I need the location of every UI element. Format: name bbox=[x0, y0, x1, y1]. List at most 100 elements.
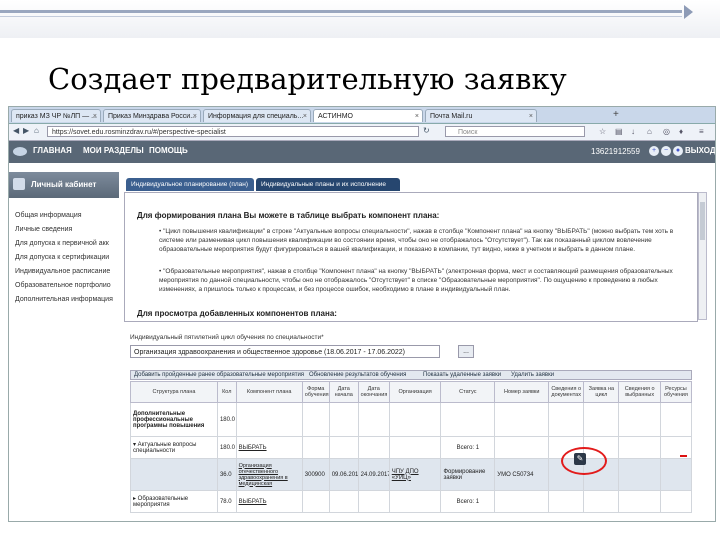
table-row-selected[interactable]: 36.0 Организация отечественного здравоох… bbox=[130, 458, 693, 491]
add-past-events-button[interactable]: Добавить пройденные ранее образовательны… bbox=[134, 372, 304, 378]
table-row[interactable]: ▸ Образовательные мероприятия 78.0 ВЫБРА… bbox=[130, 490, 693, 513]
cell bbox=[328, 436, 359, 459]
user-phone: 13621912559 bbox=[591, 147, 640, 156]
close-icon[interactable]: × bbox=[529, 110, 533, 122]
delete-requests-button[interactable]: Удалить заявки bbox=[511, 372, 554, 378]
cell bbox=[583, 490, 620, 513]
star-icon[interactable]: ☆ bbox=[599, 127, 606, 136]
home-icon[interactable]: ⌂ bbox=[34, 126, 39, 135]
col-documents[interactable]: Сведения о документах bbox=[548, 381, 585, 403]
share-icon[interactable]: ◎ bbox=[663, 127, 670, 136]
menu-item-main[interactable]: ГЛАВНАЯ bbox=[33, 146, 72, 155]
browser-tab-3[interactable]: Информация для специаль... × bbox=[203, 109, 311, 122]
sidebar-item-additional[interactable]: Дополнительная информация bbox=[15, 296, 113, 303]
exit-button[interactable]: ВЫХОД bbox=[685, 146, 715, 155]
col-status[interactable]: Статус bbox=[440, 381, 496, 403]
menu-icon[interactable]: ≡ bbox=[699, 127, 704, 136]
slide-header-arrow-icon bbox=[684, 5, 693, 19]
col-resources[interactable]: Ресурсы обучения bbox=[659, 381, 693, 403]
col-end[interactable]: Дата окончания bbox=[357, 381, 390, 403]
tab-label: Информация для специаль... bbox=[208, 113, 304, 120]
home-toolbar-icon[interactable]: ⌂ bbox=[647, 127, 652, 136]
main-content: Индивидуальное планирование (план) Индив… bbox=[124, 164, 707, 521]
menu-item-help[interactable]: ПОМОЩЬ bbox=[149, 146, 188, 155]
tab-label: Почта Mail.ru bbox=[430, 113, 473, 120]
slide-title: Создает предварительную заявку bbox=[48, 62, 567, 96]
download-icon[interactable]: ↓ bbox=[631, 127, 635, 136]
forward-icon[interactable]: ▶ bbox=[23, 126, 29, 135]
table-row[interactable]: ▾ Актуальные вопросы специальности 180.0… bbox=[130, 436, 693, 459]
tab-individual-plans[interactable]: Индивидуальные планы и их исполнение bbox=[256, 178, 400, 191]
tab-individual-planning[interactable]: Индивидуальное планирование (план) bbox=[126, 178, 254, 191]
browser-tab-5[interactable]: Почта Mail.ru × bbox=[425, 109, 537, 122]
col-org[interactable]: Организация bbox=[388, 381, 442, 403]
cell bbox=[388, 402, 442, 437]
col-form[interactable]: Форма обучения bbox=[301, 381, 330, 403]
course-link[interactable]: Организация отечественного здравоохранен… bbox=[235, 458, 303, 491]
close-icon[interactable]: × bbox=[415, 110, 419, 122]
sidebar-item-certification[interactable]: Для допуска к сертификации bbox=[15, 254, 109, 261]
user-icon[interactable]: ● bbox=[673, 146, 683, 156]
col-cycle-request[interactable]: Заявка на цикл bbox=[583, 381, 620, 403]
cell-request-number: УМО С50734 bbox=[494, 458, 550, 491]
cell bbox=[548, 490, 585, 513]
sidebar-item-primary-accreditation[interactable]: Для допуска к первичной акк bbox=[15, 240, 109, 247]
col-structure[interactable]: Структура плана bbox=[130, 381, 218, 403]
browser-tab-1[interactable]: приказ МЗ ЧР №ЛП — ... × bbox=[11, 109, 101, 122]
instruction-bullet-2: • "Образовательные мероприятия", нажав в… bbox=[159, 268, 673, 293]
col-component[interactable]: Компонент плана bbox=[235, 381, 303, 403]
sidebar-item-general[interactable]: Общая информация bbox=[15, 212, 82, 219]
cell bbox=[618, 458, 661, 491]
cell bbox=[357, 436, 390, 459]
browser-search-input[interactable]: Поиск bbox=[445, 126, 585, 137]
select-button[interactable]: ВЫБРАТЬ bbox=[235, 490, 303, 513]
delete-minus-icon[interactable] bbox=[680, 455, 687, 457]
cell bbox=[440, 402, 496, 437]
cell bbox=[659, 402, 693, 437]
cell bbox=[548, 402, 585, 437]
col-request-number[interactable]: Номер заявки bbox=[494, 381, 550, 403]
cell bbox=[618, 402, 661, 437]
panel-scrollbar[interactable] bbox=[698, 192, 707, 320]
cell bbox=[328, 490, 359, 513]
select-button[interactable]: ВЫБРАТЬ bbox=[235, 436, 303, 459]
new-tab-icon[interactable]: + bbox=[613, 109, 619, 121]
back-icon[interactable]: ◀ bbox=[13, 126, 19, 135]
browser-tab-2[interactable]: Приказ Минздрава Росси... × bbox=[103, 109, 201, 122]
cell bbox=[357, 490, 390, 513]
menu-item-my-sections[interactable]: МОИ РАЗДЕЛЫ bbox=[83, 146, 144, 155]
browser-screenshot: приказ МЗ ЧР №ЛП — ... × Приказ Минздрава… bbox=[8, 106, 716, 522]
reload-icon[interactable]: ↻ bbox=[423, 126, 430, 135]
sidebar-item-personal[interactable]: Личные сведения bbox=[15, 226, 72, 233]
magnify-minus-icon[interactable]: − bbox=[661, 146, 671, 156]
highlight-circle bbox=[561, 447, 607, 475]
close-icon[interactable]: × bbox=[93, 110, 97, 122]
browser-tab-4[interactable]: АСТИНМО × bbox=[313, 109, 423, 122]
bookmarks-icon[interactable]: ▤ bbox=[615, 127, 623, 136]
col-hours[interactable]: Кол bbox=[216, 381, 237, 403]
cell-hours: 36.0 bbox=[216, 458, 237, 491]
magnify-plus-icon[interactable]: + bbox=[649, 146, 659, 156]
col-selected[interactable]: Сведения о выбранных bbox=[618, 381, 661, 403]
sidebar-item-portfolio[interactable]: Образовательное портфолио bbox=[15, 282, 111, 289]
cell-structure[interactable]: ▸ Образовательные мероприятия bbox=[130, 490, 218, 513]
col-start[interactable]: Дата начала bbox=[328, 381, 359, 403]
cell-component bbox=[235, 402, 303, 437]
show-deleted-button[interactable]: Показать удаленные заявки bbox=[423, 372, 501, 378]
update-results-button[interactable]: Обновление результатов обучения bbox=[309, 372, 406, 378]
cabinet-icon bbox=[13, 178, 25, 190]
cell bbox=[301, 402, 330, 437]
cell-form: 300900 bbox=[301, 458, 330, 491]
cell-structure[interactable]: ▾ Актуальные вопросы специальности bbox=[130, 436, 218, 459]
site-logo[interactable] bbox=[13, 147, 27, 156]
cycle-select-button[interactable]: ... bbox=[458, 345, 474, 358]
scroll-thumb[interactable] bbox=[700, 202, 705, 240]
sidebar-item-schedule[interactable]: Индивидуальное расписание bbox=[15, 268, 110, 275]
close-icon[interactable]: × bbox=[193, 110, 197, 122]
addon-icon[interactable]: ♦ bbox=[679, 127, 683, 136]
close-icon[interactable]: × bbox=[303, 110, 307, 122]
table-row[interactable]: Дополнительные профессиональные программ… bbox=[130, 402, 693, 437]
org-link[interactable]: ЧПУ ДПО «УИЦ» bbox=[388, 458, 442, 491]
url-input[interactable]: https://sovet.edu.rosminzdrav.ru/#/persp… bbox=[47, 126, 419, 137]
cycle-filter-input[interactable]: Организация здравоохранения и общественн… bbox=[130, 345, 440, 358]
